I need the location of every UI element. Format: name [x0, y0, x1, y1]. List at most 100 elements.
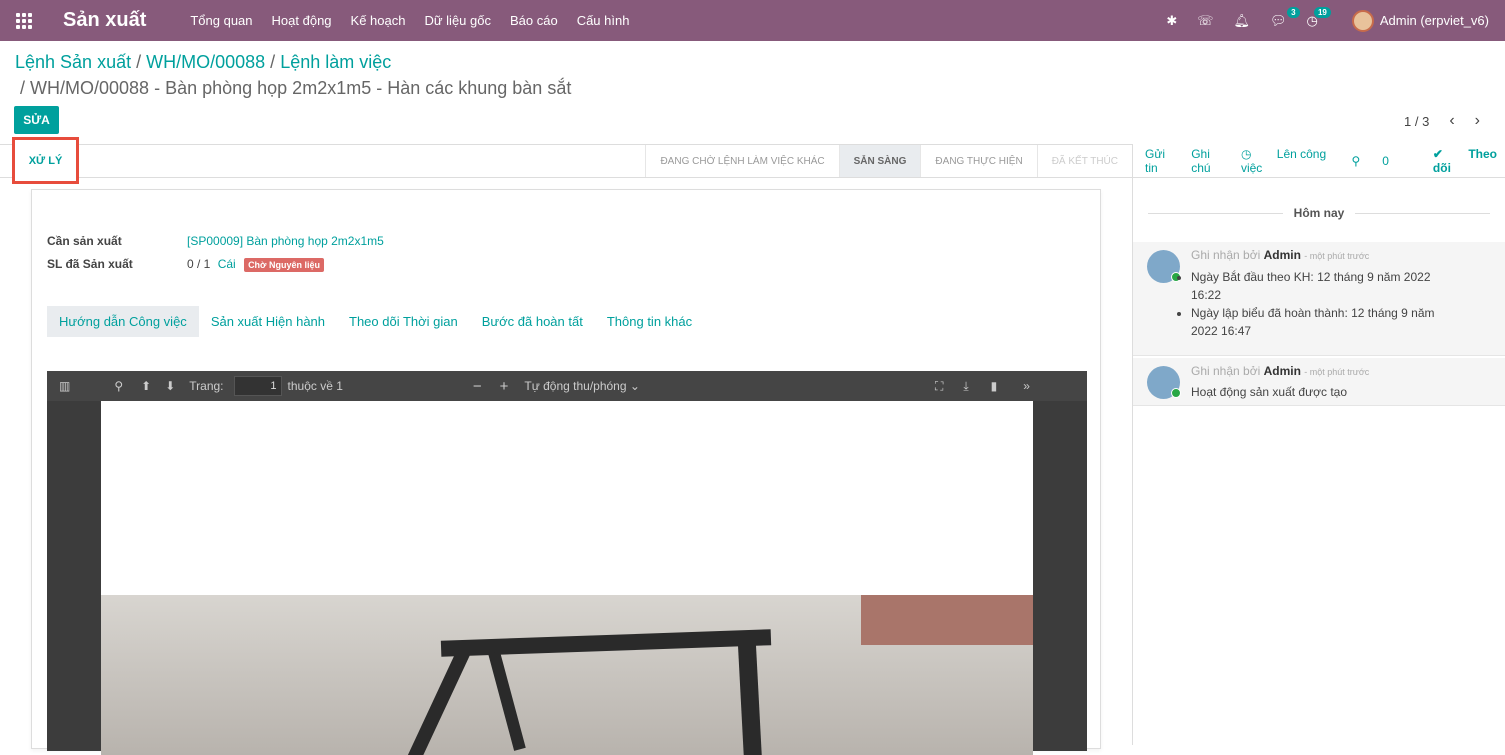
message-header: Ghi nhận bởi Admin - một phút trước: [1191, 364, 1369, 378]
tab-other-info[interactable]: Thông tin khác: [595, 306, 704, 337]
process-button[interactable]: XỬ LÝ: [12, 137, 79, 184]
page-count: thuộc về 1: [287, 379, 343, 393]
edit-button[interactable]: SỬA: [14, 106, 59, 134]
breadcrumb-separator: /: [136, 52, 142, 72]
chevron-down-icon: ⌄: [629, 379, 640, 393]
avatar: [1147, 366, 1181, 399]
chat-count-badge: 3: [1287, 6, 1300, 18]
stage-waiting[interactable]: ĐANG CHỜ LỆNH LÀM VIỆC KHÁC: [645, 145, 838, 177]
message-change-item: Ngày lập biểu đã hoàn thành: 12 tháng 9 …: [1191, 304, 1461, 340]
log-note-button[interactable]: Ghi chú: [1191, 147, 1219, 175]
qty-produced-field: 0 / 1 Cái Chờ Nguyên liệu: [187, 257, 324, 272]
message-prefix: Ghi nhận bởi: [1191, 364, 1261, 378]
bookmark-icon[interactable]: ▮: [991, 379, 998, 393]
chatter-actions: Gửi tin Ghi chú ◷ Lên công việc ⚲ 0 ✔ The…: [1133, 144, 1505, 178]
breadcrumb-separator: /: [20, 78, 26, 98]
bug-icon[interactable]: ✱: [1166, 13, 1177, 29]
stage-done[interactable]: ĐÃ KẾT THÚC: [1036, 145, 1132, 177]
zoom-in-icon[interactable]: +: [500, 378, 509, 395]
clock-icon: ◷: [1240, 146, 1252, 161]
menu-planning[interactable]: Kế hoạch: [351, 13, 406, 28]
qty-produced-label: SL đã Sản xuất: [47, 257, 133, 271]
avatar: [1351, 9, 1374, 32]
attachments-count: 0: [1382, 153, 1389, 168]
product-link[interactable]: [SP00009] Bàn phòng họp 2m2x1m5: [187, 234, 384, 248]
pager: 1 / 3 ‹ ›: [1404, 112, 1480, 130]
search-icon[interactable]: ⚲: [114, 379, 123, 393]
menu-operations[interactable]: Hoạt động: [272, 13, 332, 28]
message-body: Ngày Bắt đầu theo KH: 12 tháng 9 năm 202…: [1153, 268, 1461, 340]
form-sheet: Cần sản xuất [SP00009] Bàn phòng họp 2m2…: [31, 189, 1101, 755]
arrow-up-icon[interactable]: ⬆: [141, 379, 151, 393]
message-time: - một phút trước: [1304, 367, 1370, 377]
form-tabs: Hướng dẫn Công việc Sản xuất Hiện hành T…: [47, 306, 704, 337]
schedule-activity-button[interactable]: ◷ Lên công việc: [1241, 147, 1330, 175]
tools-icon[interactable]: »: [1023, 379, 1030, 393]
apps-menu-icon[interactable]: [0, 0, 48, 41]
stage-ready[interactable]: SẴN SÀNG: [838, 145, 921, 177]
day-separator: Hôm nay: [1133, 206, 1505, 220]
tab-time-tracking[interactable]: Theo dõi Thời gian: [337, 306, 470, 337]
check-icon: ✔: [1432, 146, 1443, 161]
breadcrumb-separator: /: [270, 52, 276, 72]
user-name: Admin (erpviet_v6): [1379, 13, 1489, 28]
page-number-input[interactable]: [233, 376, 282, 396]
pdf-page: [101, 401, 1033, 755]
menu-master-data[interactable]: Dữ liệu gốc: [424, 13, 491, 28]
tab-completed-steps[interactable]: Bước đã hoàn tất: [470, 306, 595, 337]
message-item: Ghi nhận bởi Admin - một phút trước Hoạt…: [1133, 358, 1505, 406]
pdf-photo: [101, 595, 1033, 755]
clock-icon[interactable]: ◷ 19: [1307, 6, 1331, 29]
breadcrumb-mo-list[interactable]: Lệnh Sản xuất: [15, 52, 131, 72]
arrow-down-icon[interactable]: ⬇: [165, 379, 175, 393]
sidebar-toggle-icon[interactable]: ▥: [59, 379, 70, 393]
stage-in-progress[interactable]: ĐANG THỰC HIỆN: [920, 145, 1036, 177]
message-author[interactable]: Admin: [1264, 364, 1301, 378]
zoom-select[interactable]: Tự động thu/phóng ⌄: [524, 379, 640, 393]
send-message-button[interactable]: Gửi tin: [1145, 147, 1169, 175]
message-change-item: Ngày Bắt đầu theo KH: 12 tháng 9 năm 202…: [1191, 268, 1461, 304]
download-icon[interactable]: ⤓: [963, 379, 968, 394]
chevron-left-icon[interactable]: ‹: [1449, 112, 1454, 130]
top-navbar: Sản xuất Tổng quan Hoạt động Kế hoạch Dữ…: [0, 0, 1505, 41]
breadcrumb-workorders[interactable]: Lệnh làm việc: [280, 52, 391, 72]
app-name[interactable]: Sản xuất: [63, 9, 146, 32]
breadcrumb-mo[interactable]: WH/MO/00088: [146, 52, 265, 72]
uom-link[interactable]: Cái: [218, 257, 236, 271]
menu-reporting[interactable]: Báo cáo: [510, 13, 558, 28]
message-time: - một phút trước: [1304, 251, 1370, 261]
attachments-button[interactable]: ⚲ 0: [1351, 154, 1410, 168]
status-bar: ĐANG CHỜ LỆNH LÀM VIỆC KHÁC SẴN SÀNG ĐAN…: [0, 144, 1132, 178]
page-title: / WH/MO/00088 - Bàn phòng họp 2m2x1m5 - …: [20, 78, 571, 99]
menu-configuration[interactable]: Cấu hình: [577, 13, 630, 28]
phone-icon[interactable]: ☏: [1197, 13, 1213, 29]
paperclip-icon: ⚲: [1351, 153, 1361, 168]
message-text: Hoạt động sản xuất được tạo: [1191, 385, 1347, 399]
zoom-out-icon[interactable]: −: [473, 378, 482, 395]
pdf-viewer: ▥ ⚲ ⬆ ⬇ Trang: thuộc về 1 − + Tự động th…: [47, 371, 1087, 755]
activity-count-badge: 19: [1313, 6, 1331, 18]
menu-overview[interactable]: Tổng quan: [190, 13, 252, 28]
follow-button[interactable]: ✔ Theo dõi: [1433, 147, 1505, 175]
message-prefix: Ghi nhận bởi: [1191, 248, 1261, 262]
message-header: Ghi nhận bởi Admin - một phút trước: [1191, 248, 1369, 262]
page-title-text: WH/MO/00088 - Bàn phòng họp 2m2x1m5 - Hà…: [30, 78, 572, 98]
chevron-right-icon[interactable]: ›: [1475, 112, 1480, 130]
bell-icon[interactable]: 🔔︎: [1234, 13, 1251, 29]
pdf-toolbar: ▥ ⚲ ⬆ ⬇ Trang: thuộc về 1 − + Tự động th…: [47, 371, 1087, 401]
schedule-activity-label: Lên công việc: [1240, 146, 1327, 175]
tab-current-production[interactable]: Sản xuất Hiện hành: [199, 306, 337, 337]
user-menu[interactable]: Admin (erpviet_v6): [1351, 9, 1489, 32]
message-item: Ghi nhận bởi Admin - một phút trước Ngày…: [1133, 242, 1505, 356]
chat-icon[interactable]: 💬︎ 3: [1270, 6, 1300, 29]
message-author[interactable]: Admin: [1264, 248, 1301, 262]
zoom-select-value: Tự động thu/phóng: [524, 379, 627, 393]
chatter-panel: Gửi tin Ghi chú ◷ Lên công việc ⚲ 0 ✔ The…: [1132, 144, 1505, 745]
status-badge: Chờ Nguyên liệu: [244, 258, 324, 272]
pager-value[interactable]: 1 / 3: [1404, 114, 1429, 129]
fullscreen-icon[interactable]: ⛶: [935, 379, 943, 394]
stage-pipeline: ĐANG CHỜ LỆNH LÀM VIỆC KHÁC SẴN SÀNG ĐAN…: [645, 145, 1132, 177]
tab-instructions[interactable]: Hướng dẫn Công việc: [47, 306, 199, 337]
product-label: Cần sản xuất: [47, 234, 122, 248]
breadcrumb: Lệnh Sản xuất / WH/MO/00088/Lệnh làm việc: [15, 52, 391, 73]
